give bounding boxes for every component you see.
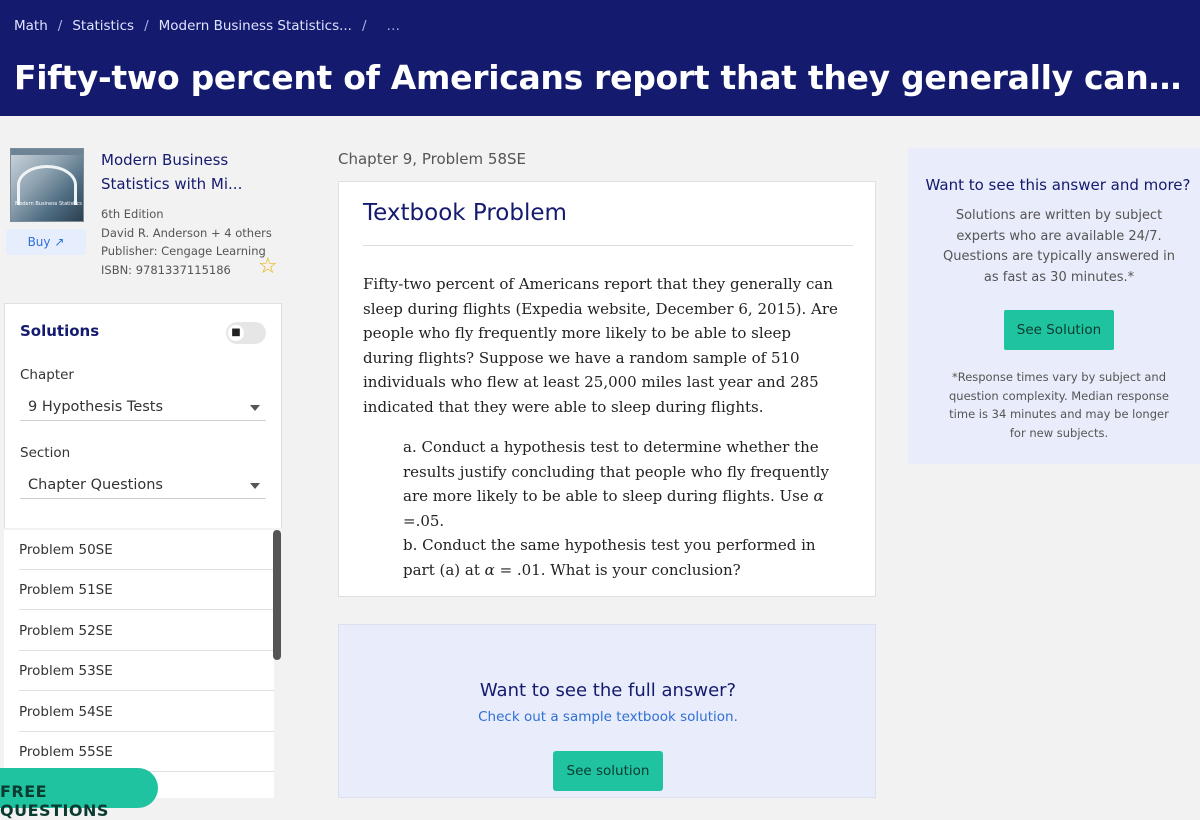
book-edition: 6th Edition [101,207,164,221]
chevron-down-icon [250,483,260,489]
problem-item[interactable]: Problem 50SE [19,530,274,570]
free-questions-button[interactable]: FREE QUESTIONS [0,768,158,820]
part-a-value: =.05. [403,511,445,530]
upsell-text: Solutions are written by subject experts… [943,208,1175,285]
breadcrumb-problem[interactable]: Fifty-two percent of Americans report th… [377,18,1194,34]
part-a: a. Conduct a hypothesis test to determin… [403,435,843,533]
breadcrumb-separator: / [361,18,367,34]
cover-text: Modern Business Statistics [15,201,82,207]
problem-item[interactable]: Problem 52SE [19,611,274,651]
response-time-note: *Response times vary by subject and ques… [949,370,1169,440]
book-authors: David R. Anderson + 4 others [101,225,272,240]
problem-item[interactable]: Problem 53SE [19,651,274,691]
chapter-select[interactable]: 9 Hypothesis Tests [20,393,266,421]
alpha-symbol: α [813,487,824,506]
solutions-label: Solutions [20,322,100,340]
full-answer-card: Want to see the full answer? Check out a… [338,624,876,798]
breadcrumb: Math / Statistics / Modern Business Statisti… [14,18,1194,34]
problem-list: Problem 50SE Problem 51SE Problem 52SE P… [4,530,274,798]
chapter-label: Chapter [20,367,74,383]
problem-parts: a. Conduct a hypothesis test to determin… [403,435,843,583]
buy-label: Buy [27,235,51,249]
solutions-toggle[interactable]: ■ [226,322,266,344]
section-label: Section [20,445,71,461]
sample-solution-link[interactable]: Check out a sample textbook solution. [339,709,877,725]
book-meta: 6th Edition David R. Anderson + 4 others… [101,205,272,279]
section-select[interactable]: Chapter Questions [20,471,266,499]
book-icon: ■ [228,325,244,341]
breadcrumb-statistics[interactable]: Statistics [72,18,134,34]
divider [363,245,853,246]
chapter-heading: Chapter 9, Problem 58SE [338,150,526,168]
problem-item[interactable]: Problem 54SE [19,692,274,732]
upsell-panel: Want to see this answer and more? Soluti… [908,148,1200,464]
part-a-text: a. Conduct a hypothesis test to determin… [403,438,829,506]
cover-arch [17,165,77,205]
breadcrumb-separator: / [144,18,149,34]
breadcrumb-math[interactable]: Math [14,18,48,34]
problem-item[interactable]: Problem 55SE [19,732,274,772]
part-b-value: = .01. What is your conclusion? [494,560,741,579]
cover-strip [11,149,83,155]
external-link-icon: ↗ [54,235,65,249]
page-header: Math / Statistics / Modern Business Statisti… [0,0,1200,116]
chevron-down-icon [250,405,260,411]
book-publisher: Publisher: Cengage Learning [101,244,266,258]
section-value: Chapter Questions [28,477,163,493]
buy-button[interactable]: Buy ↗ [6,229,86,255]
see-solution-side-button[interactable]: See Solution [1004,310,1114,350]
breadcrumb-separator: / [57,18,63,34]
chapter-value: 9 Hypothesis Tests [28,399,164,415]
problem-list-scrollbar[interactable] [273,530,281,660]
page-title: Fifty-two percent of Americans report th… [14,58,1190,97]
part-b: b. Conduct the same hypothesis test you … [403,533,843,582]
book-title[interactable]: Modern Business Statistics with Mi... [101,148,261,196]
alpha-symbol: α [484,560,495,579]
card-title: Textbook Problem [363,200,567,226]
problem-item[interactable]: Problem 51SE [19,570,274,610]
problem-card: Textbook Problem Fifty-two percent of Am… [338,181,876,597]
problem-text: Fifty-two percent of Americans report th… [363,275,838,416]
breadcrumb-book[interactable]: Modern Business Statistics... [159,18,352,34]
upsell-title: Want to see this answer and more? [925,176,1191,194]
book-cover-image[interactable]: Modern Business Statistics [10,148,84,222]
book-isbn: ISBN: 9781337115186 [101,262,231,277]
see-solution-button[interactable]: See solution [553,751,663,791]
star-icon[interactable]: ☆ [258,254,278,279]
full-answer-title: Want to see the full answer? [479,680,737,701]
